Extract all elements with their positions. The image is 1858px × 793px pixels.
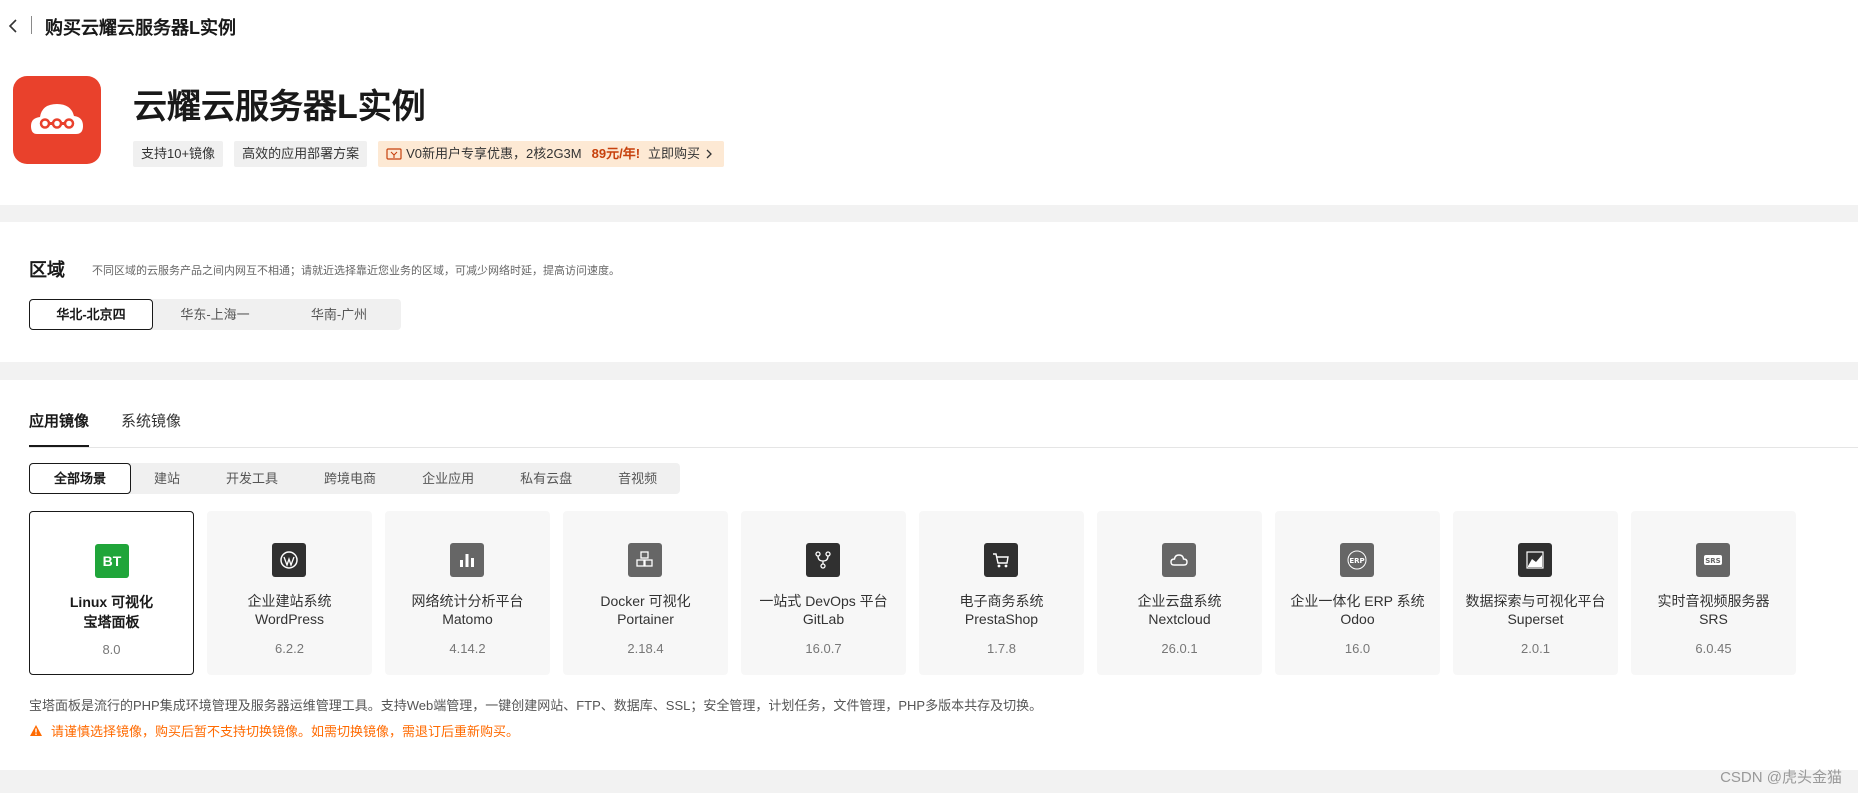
bar-chart-icon	[450, 543, 484, 577]
region-option-shanghai1[interactable]: 华东-上海一	[153, 299, 277, 330]
image-card-wordpress[interactable]: 企业建站系统 WordPress 6.2.2	[207, 511, 372, 675]
category-audio-video[interactable]: 音视频	[595, 463, 680, 494]
card-subname: WordPress	[255, 611, 324, 627]
image-card-baota[interactable]: BT Linux 可视化 宝塔面板 8.0	[29, 511, 194, 675]
chevron-right-icon	[706, 149, 712, 159]
coupon-icon	[386, 148, 402, 160]
erp-icon: ERP	[1340, 543, 1374, 577]
card-version: 2.0.1	[1521, 641, 1550, 656]
warning-icon	[30, 725, 42, 736]
image-card-odoo[interactable]: ERP 企业一体化 ERP 系统 Odoo 16.0	[1275, 511, 1440, 675]
card-version: 16.0	[1344, 641, 1371, 656]
card-version: 2.18.4	[627, 641, 664, 656]
category-website[interactable]: 建站	[131, 463, 203, 494]
region-description: 不同区域的云服务产品之间内网互不相通；请就近选择靠近您业务的区域，可减少网络时延…	[92, 265, 620, 277]
card-name: 网络统计分析平台	[411, 593, 524, 609]
svg-text:ERP: ERP	[1349, 557, 1364, 565]
area-chart-icon	[1518, 543, 1552, 577]
srs-icon: SRS	[1696, 543, 1730, 577]
top-bar: 购买云耀云服务器L实例	[0, 0, 1858, 52]
category-filter: 全部场景 建站 开发工具 跨境电商 企业应用 私有云盘 音视频	[29, 463, 681, 494]
region-option-guangzhou[interactable]: 华南-广州	[277, 299, 401, 330]
card-subname: Superset	[1507, 611, 1564, 627]
image-card-portainer[interactable]: Docker 可视化 Portainer 2.18.4	[563, 511, 728, 675]
card-version: 8.0	[102, 642, 121, 657]
page-title: 购买云耀云服务器L实例	[45, 18, 236, 38]
region-label: 区域	[29, 260, 65, 280]
image-card-nextcloud[interactable]: 企业云盘系统 Nextcloud 26.0.1	[1097, 511, 1262, 675]
category-ecommerce[interactable]: 跨境电商	[301, 463, 399, 494]
card-subname: 宝塔面板	[83, 614, 140, 630]
card-name: Docker 可视化	[600, 593, 691, 609]
card-name: 一站式 DevOps 平台	[759, 593, 888, 609]
card-version: 6.2.2	[275, 641, 304, 656]
category-enterprise[interactable]: 企业应用	[399, 463, 497, 494]
cloud-icon	[1162, 543, 1196, 577]
card-subname: Odoo	[1340, 611, 1375, 627]
card-name: 电子商务系统	[959, 593, 1044, 609]
card-name: 企业建站系统	[247, 593, 332, 609]
card-name: 企业云盘系统	[1137, 593, 1222, 609]
wordpress-icon	[272, 543, 306, 577]
image-cards: BT Linux 可视化 宝塔面板 8.0 企业建站系统 WordPress 6…	[29, 511, 1796, 675]
promo-banner[interactable]: V0新用户专享优惠，2核2G3M 89元/年! 立即购买	[378, 141, 725, 167]
feature-tag: 支持10+镜像	[133, 141, 224, 167]
card-name: Linux 可视化	[69, 594, 154, 610]
svg-text:SRS: SRS	[1705, 557, 1720, 565]
card-subname: GitLab	[802, 611, 845, 627]
cart-icon	[984, 543, 1018, 577]
promo-price: 89元/年!	[591, 146, 641, 161]
promo-text: V0新用户专享优惠，2核2G3M	[406, 146, 582, 161]
watermark: CSDN @虎头金猫	[1720, 769, 1842, 786]
image-section: 应用镜像 系统镜像 全部场景 建站 开发工具 跨境电商 企业应用 私有云盘 音视…	[0, 380, 1858, 770]
card-version: 6.0.45	[1695, 641, 1732, 656]
image-description: 宝塔面板是流行的PHP集成环境管理及服务器运维管理工具。支持Web端管理，一键创…	[29, 698, 1043, 713]
feature-tags: 支持10+镜像 高效的应用部署方案 V0新用户专享优惠，2核2G3M 89元/年…	[133, 141, 725, 167]
product-header: 云耀云服务器L实例 支持10+镜像 高效的应用部署方案 V0新用户专享优惠，2核…	[0, 52, 1858, 205]
product-logo-icon	[13, 76, 101, 164]
card-name: 企业一体化 ERP 系统	[1290, 593, 1425, 609]
card-subname: Matomo	[442, 611, 493, 627]
category-dev-tools[interactable]: 开发工具	[203, 463, 301, 494]
image-card-prestashop[interactable]: 电子商务系统 PrestaShop 1.7.8	[919, 511, 1084, 675]
branch-icon	[806, 543, 840, 577]
buy-now-link[interactable]: 立即购买	[648, 141, 700, 167]
tab-divider	[29, 447, 1858, 448]
back-arrow-icon[interactable]	[4, 16, 24, 36]
tab-app-images[interactable]: 应用镜像	[29, 410, 90, 447]
image-tabs: 应用镜像 系统镜像	[29, 410, 181, 447]
card-subname: Nextcloud	[1148, 611, 1211, 627]
card-subname: SRS	[1699, 611, 1728, 627]
category-all[interactable]: 全部场景	[29, 463, 132, 494]
divider	[31, 16, 32, 34]
cubes-icon	[628, 543, 662, 577]
image-card-matomo[interactable]: 网络统计分析平台 Matomo 4.14.2	[385, 511, 550, 675]
card-name: 实时音视频服务器	[1657, 593, 1770, 609]
warning-text: 请谨慎选择镜像，购买后暂不支持切换镜像。如需切换镜像，需退订后重新购买。	[51, 724, 520, 739]
bt-icon: BT	[95, 544, 129, 578]
card-version: 26.0.1	[1161, 641, 1198, 656]
card-version: 1.7.8	[987, 641, 1016, 656]
region-option-beijing4[interactable]: 华北-北京四	[29, 299, 153, 330]
card-name: 数据探索与可视化平台	[1465, 593, 1606, 609]
region-section: 区域 不同区域的云服务产品之间内网互不相通；请就近选择靠近您业务的区域，可减少网…	[0, 222, 1858, 362]
card-version: 16.0.7	[805, 641, 842, 656]
card-subname: PrestaShop	[964, 611, 1039, 627]
image-warning: 请谨慎选择镜像，购买后暂不支持切换镜像。如需切换镜像，需退订后重新购买。	[29, 721, 519, 740]
card-subname: Portainer	[617, 611, 674, 627]
feature-tag: 高效的应用部署方案	[234, 141, 368, 167]
image-card-gitlab[interactable]: 一站式 DevOps 平台 GitLab 16.0.7	[741, 511, 906, 675]
tab-system-images[interactable]: 系统镜像	[121, 410, 181, 447]
region-selector: 华北-北京四 华东-上海一 华南-广州	[29, 299, 401, 330]
image-card-srs[interactable]: SRS 实时音视频服务器 SRS 6.0.45	[1631, 511, 1796, 675]
image-card-superset[interactable]: 数据探索与可视化平台 Superset 2.0.1	[1453, 511, 1618, 675]
card-version: 4.14.2	[449, 641, 486, 656]
product-title: 云耀云服务器L实例	[133, 88, 426, 126]
category-private-cloud[interactable]: 私有云盘	[497, 463, 595, 494]
